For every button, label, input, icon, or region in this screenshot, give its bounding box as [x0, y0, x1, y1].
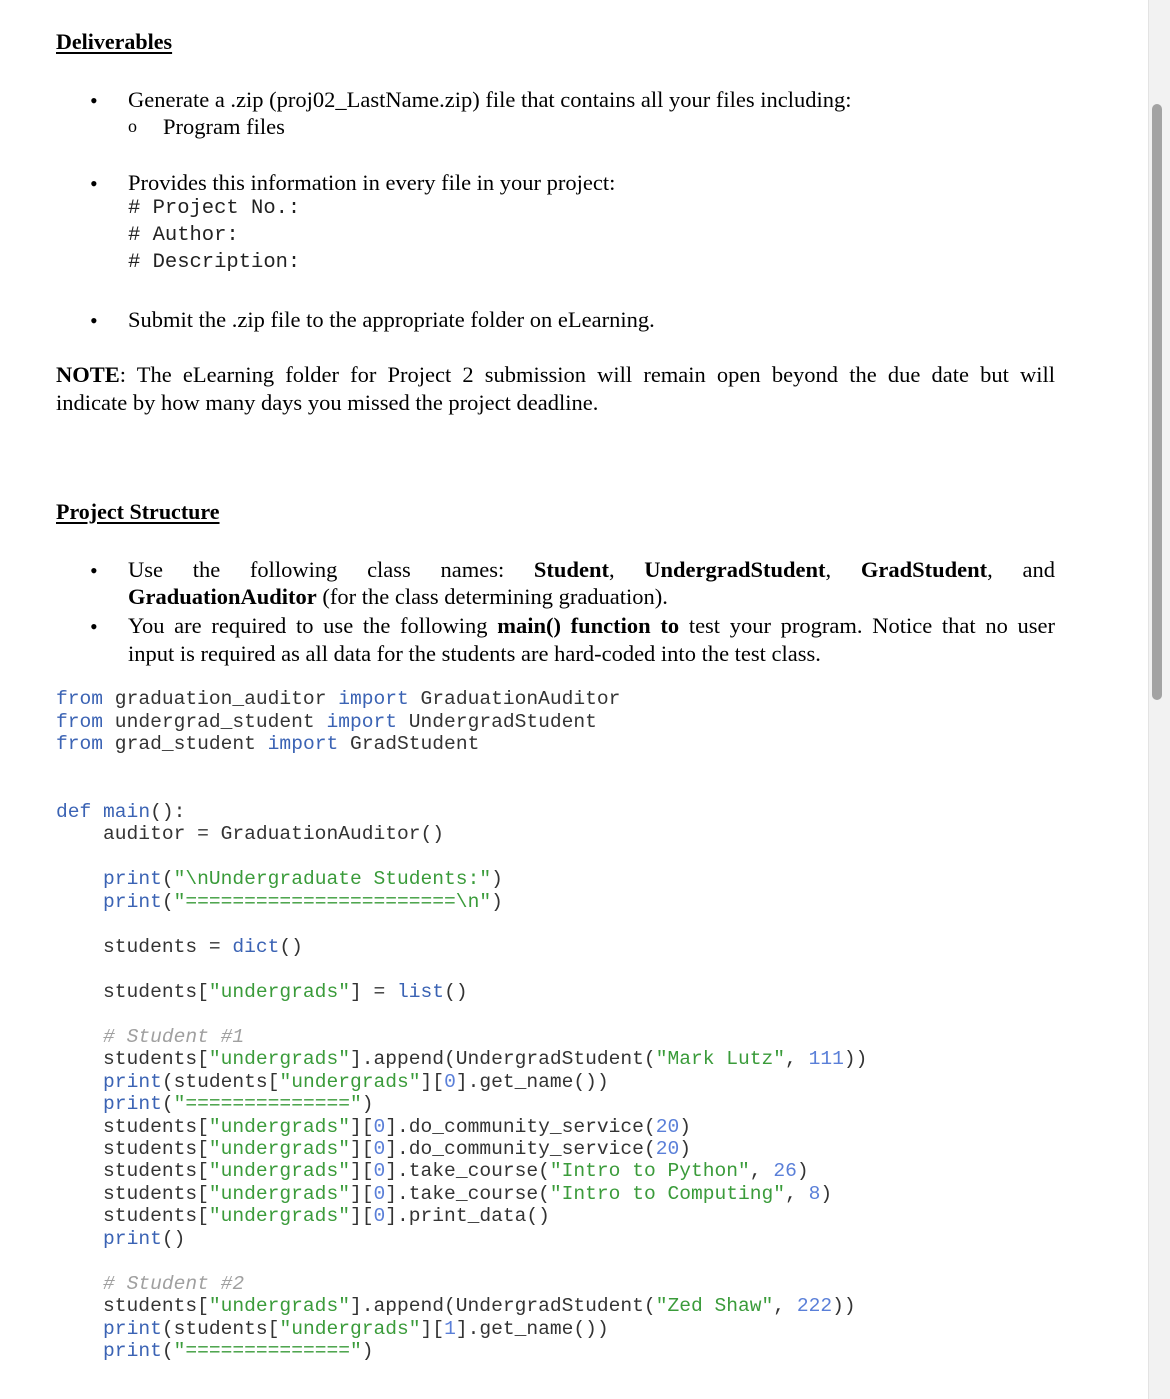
- class-names-line2: GraduationAuditor (for the class determi…: [128, 584, 668, 609]
- word: the: [192, 557, 221, 582]
- class-student: Student,: [533, 557, 615, 582]
- code-append-student1: students["undergrads"].append(UndergradS…: [56, 1048, 868, 1070]
- code-comment-student1: # Student #1: [103, 1026, 245, 1048]
- class-graduation-auditor: GraduationAuditor: [128, 584, 317, 609]
- code-def-main: def main():: [56, 801, 186, 823]
- note-text: : The eLearning folder for Project 2 sub…: [119, 362, 1055, 387]
- bullet-dot: •: [90, 171, 98, 196]
- sub-item-program-files: Program files: [163, 114, 285, 139]
- main-function-line2: input is required as all data for the st…: [128, 641, 821, 666]
- note-paragraph-line2: indicate by how many days you missed the…: [56, 390, 599, 415]
- bullet-dot: •: [90, 558, 98, 583]
- code-undergrads-list: students["undergrads"] = list(): [56, 981, 468, 1003]
- code-import-line: from graduation_auditor import Graduatio…: [56, 688, 621, 710]
- class-grad-student: GradStudent,: [860, 557, 993, 582]
- document-page: Deliverables • Generate a .zip (proj02_L…: [0, 0, 1145, 1399]
- code-community-service: students["undergrads"][0].do_community_s…: [56, 1138, 692, 1160]
- code-import-line: from undergrad_student import UndergradS…: [56, 711, 597, 733]
- code-print-data: students["undergrads"][0].print_data(): [56, 1205, 550, 1227]
- bullet-dot: •: [90, 614, 98, 639]
- word: class: [367, 557, 411, 582]
- project-structure-heading: Project Structure: [56, 499, 220, 524]
- sub-bullet-marker: o: [128, 116, 137, 136]
- code-take-course: students["undergrads"][0].take_course("I…: [56, 1183, 833, 1205]
- main-function-bold: main() function to: [497, 613, 680, 638]
- class-names-line1: Use the following class names: Student, …: [128, 556, 1055, 584]
- code-comment-student2: # Student #2: [103, 1273, 245, 1295]
- header-line-project-no: # Project No.:: [128, 197, 301, 220]
- deliverable-submit-item: Submit the .zip file to the appropriate …: [128, 307, 655, 332]
- code-print-name1: print(students["undergrads"][0].get_name…: [103, 1071, 609, 1093]
- code-print-sep2: print("=============="): [103, 1340, 374, 1362]
- word: following: [249, 557, 338, 582]
- code-community-service: students["undergrads"][0].do_community_s…: [56, 1116, 692, 1138]
- word-and: and: [1022, 557, 1055, 582]
- code-auditor-line: auditor = GraduationAuditor(): [56, 823, 445, 845]
- main-function-line1: You are required to use the following ma…: [128, 613, 1055, 638]
- code-print-name2: print(students["undergrads"][1].get_name…: [103, 1318, 609, 1340]
- scrollbar-thumb[interactable]: [1152, 104, 1162, 700]
- code-print-separator: print("=======================\n"): [103, 891, 503, 913]
- word: Use: [128, 557, 163, 582]
- bullet-dot: •: [90, 88, 98, 113]
- code-students-dict: students = dict(): [56, 936, 303, 958]
- code-print-header: print("\nUndergraduate Students:"): [103, 868, 503, 890]
- deliverables-heading: Deliverables: [56, 29, 173, 54]
- header-line-description: # Description:: [128, 251, 301, 274]
- class-undergrad-student: UndergradStudent,: [644, 557, 832, 582]
- note-label: NOTE: [56, 362, 120, 387]
- bullet-dot: •: [90, 308, 98, 333]
- deliverable-header-info-item: Provides this information in every file …: [128, 170, 616, 195]
- code-print-empty: print(): [103, 1228, 186, 1250]
- header-line-author: # Author:: [128, 224, 239, 247]
- word: names:: [440, 557, 505, 582]
- note-paragraph-line1: NOTE: The eLearning folder for Project 2…: [56, 361, 1055, 389]
- deliverable-zip-item: Generate a .zip (proj02_LastName.zip) fi…: [128, 87, 852, 112]
- code-append-student2: students["undergrads"].append(UndergradS…: [56, 1295, 856, 1317]
- code-import-line: from grad_student import GradStudent: [56, 733, 480, 755]
- code-take-course: students["undergrads"][0].take_course("I…: [56, 1160, 809, 1182]
- code-print-sep1: print("=============="): [103, 1093, 374, 1115]
